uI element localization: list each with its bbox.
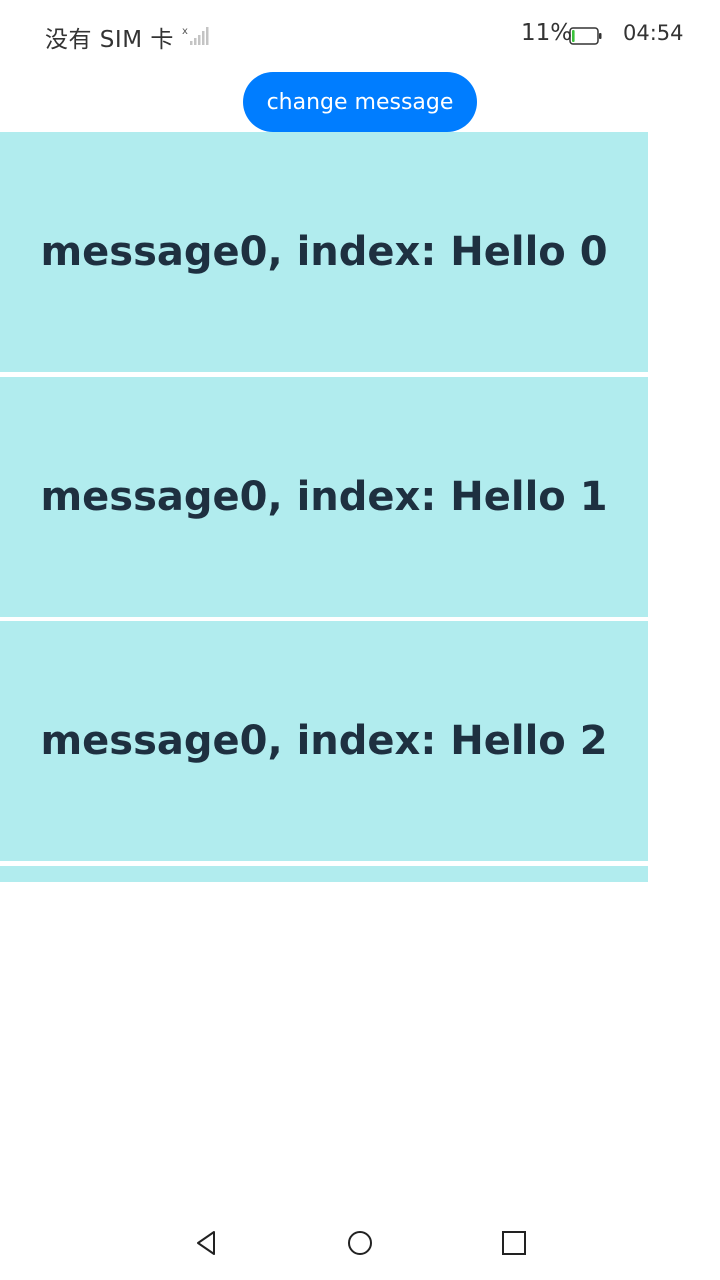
home-icon[interactable] [345, 1228, 375, 1258]
battery-percent: 11% [521, 20, 573, 46]
list-item[interactable]: message0, index: Hello 2 [0, 621, 648, 861]
list-item[interactable] [0, 866, 648, 882]
message-list[interactable]: message0, index: Hello 0 message0, index… [0, 132, 648, 882]
carrier-label: 没有 SIM 卡 [45, 27, 174, 53]
list-item-label: message0, index: Hello 0 [40, 229, 608, 275]
navigation-bar [0, 1200, 720, 1280]
change-message-button[interactable]: change message [243, 72, 477, 132]
back-icon[interactable] [192, 1228, 222, 1258]
list-item-label: message0, index: Hello 1 [40, 474, 608, 520]
signal-icon: x [182, 26, 209, 45]
clock: 04:54 [623, 21, 684, 45]
status-bar: 没有 SIM 卡 x 11% 04:54 [0, 0, 720, 70]
screen: 没有 SIM 卡 x 11% 04:54 change message mess… [0, 0, 720, 1280]
list-item[interactable]: message0, index: Hello 1 [0, 377, 648, 617]
battery-icon [569, 27, 602, 45]
svg-text:x: x [182, 26, 188, 37]
list-item-label: message0, index: Hello 2 [40, 718, 608, 764]
list-item[interactable]: message0, index: Hello 0 [0, 132, 648, 372]
recents-icon[interactable] [499, 1228, 529, 1258]
